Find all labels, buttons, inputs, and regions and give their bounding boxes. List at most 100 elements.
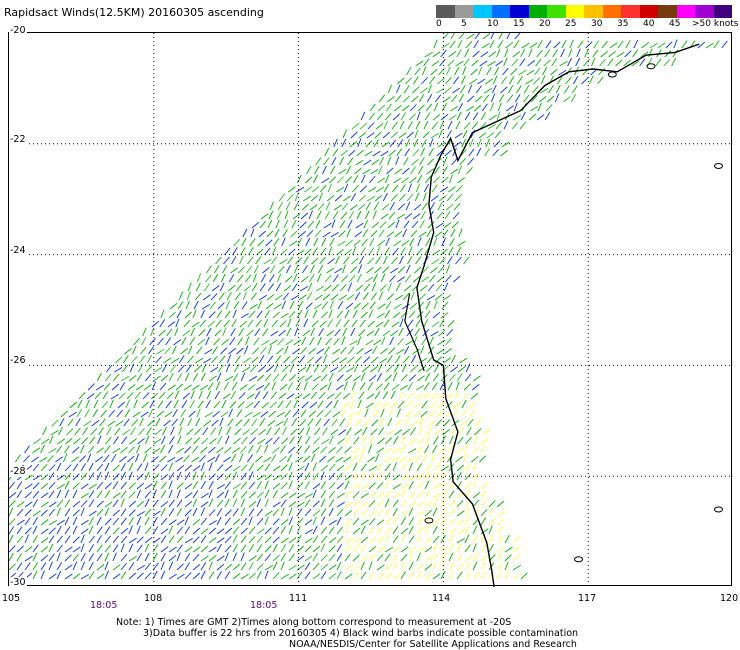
wind-barb — [220, 411, 229, 418]
wind-barb — [329, 238, 335, 247]
wind-barb — [289, 240, 298, 247]
wind-barb — [450, 33, 455, 40]
wind-barb — [512, 554, 520, 562]
wind-barb — [425, 237, 431, 247]
wind-barb — [479, 455, 487, 463]
wind-barb — [354, 429, 362, 436]
wind-barb — [337, 301, 344, 310]
wind-barb — [256, 498, 261, 508]
wind-barb — [487, 61, 496, 67]
wind-barb — [454, 66, 460, 76]
wind-barb — [280, 519, 289, 526]
wind-barb — [285, 339, 294, 346]
wind-barb — [312, 516, 317, 526]
wind-barb — [144, 552, 150, 562]
wind-barb — [567, 57, 573, 67]
wind-barb — [453, 76, 460, 85]
wind-barb — [287, 318, 292, 328]
wind-barb — [355, 159, 364, 166]
wind-barb — [72, 536, 80, 544]
wind-barb — [166, 328, 173, 337]
wind-barb — [48, 464, 56, 472]
wind-barb — [359, 185, 368, 193]
wind-barb — [440, 465, 449, 472]
wind-barb — [591, 57, 596, 67]
wind-barb — [431, 382, 438, 391]
wind-barb — [396, 348, 405, 355]
wind-barb — [387, 96, 395, 103]
wind-barb — [258, 428, 266, 436]
wind-barb — [118, 392, 126, 400]
wind-barb — [429, 401, 437, 409]
wind-barb — [528, 113, 537, 121]
wind-barb — [275, 282, 282, 292]
wind-barb — [472, 375, 481, 382]
wind-barb — [293, 339, 302, 346]
wind-barb — [121, 364, 129, 373]
wind-barb — [75, 418, 81, 427]
wind-barb — [240, 535, 247, 544]
wind-barb — [175, 456, 184, 463]
wind-barb — [238, 328, 244, 337]
wind-barb — [263, 259, 272, 265]
wind-barb — [500, 86, 508, 94]
wind-barb — [375, 123, 384, 130]
wind-barb — [331, 156, 337, 166]
wind-barb — [317, 336, 322, 346]
wind-barb — [518, 69, 527, 76]
wind-barb — [116, 409, 123, 418]
wind-barb — [222, 393, 231, 400]
wind-barb — [216, 571, 222, 580]
wind-barb — [430, 133, 439, 139]
wind-barb — [379, 221, 387, 229]
wind-barb — [186, 428, 194, 436]
island-outline — [607, 71, 617, 78]
wind-barb — [481, 43, 490, 49]
wind-barb — [370, 169, 379, 175]
wind-barb — [346, 427, 352, 436]
wind-barb — [397, 77, 405, 85]
wind-barb — [466, 95, 475, 103]
wind-barb — [224, 536, 232, 544]
wind-barb — [422, 392, 431, 400]
wind-barb — [324, 147, 330, 157]
wind-barb — [256, 528, 265, 535]
wind-barb — [519, 121, 527, 130]
wind-barb — [206, 390, 212, 400]
wind-barb — [424, 546, 433, 553]
wind-barb — [292, 213, 301, 220]
wind-barb — [588, 75, 594, 85]
wind-barb — [448, 543, 454, 553]
wind-barb — [350, 390, 356, 400]
wind-barb — [376, 481, 384, 490]
color-swatch — [676, 5, 695, 18]
wind-barb — [299, 419, 307, 427]
wind-barb — [42, 426, 48, 436]
wind-barb — [229, 400, 237, 409]
wind-barb — [438, 129, 443, 139]
wind-barb — [369, 175, 376, 184]
wind-barb — [311, 320, 319, 328]
wind-barb — [248, 481, 256, 490]
wind-barb — [367, 257, 375, 265]
wind-barb — [248, 572, 256, 580]
wind-barb — [176, 563, 184, 571]
wind-barb — [176, 573, 185, 580]
wind-barb — [160, 546, 169, 553]
wind-barb — [453, 203, 461, 211]
wind-barb — [224, 527, 233, 535]
wind-barb — [280, 561, 285, 571]
wind-barb — [424, 489, 430, 499]
wind-barb — [104, 507, 110, 517]
wind-barb — [393, 177, 402, 184]
wind-barb — [24, 445, 30, 454]
wind-barb — [353, 239, 361, 247]
wind-barb — [384, 553, 391, 562]
wind-barb — [240, 573, 249, 580]
wind-barb — [559, 61, 568, 67]
wind-barb — [285, 275, 293, 283]
wind-barb — [24, 491, 32, 499]
wind-barb — [196, 273, 202, 283]
wind-barb — [480, 571, 487, 580]
wind-barb — [288, 544, 295, 553]
